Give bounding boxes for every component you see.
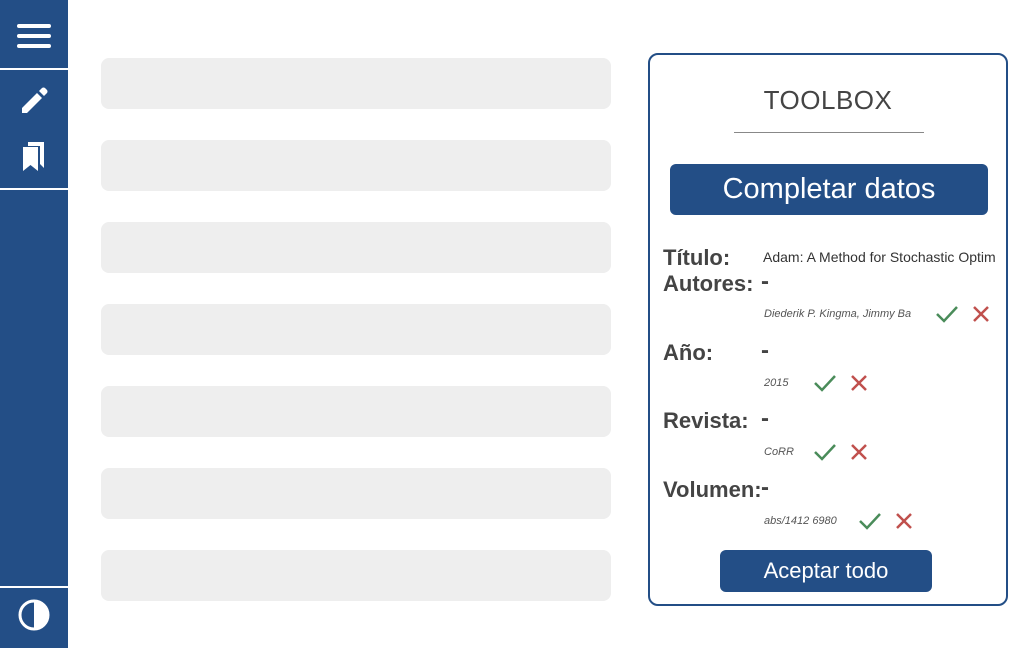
sidebar-divider <box>0 586 68 588</box>
reject-year-button[interactable] <box>847 371 871 395</box>
bookmarks-icon <box>23 142 44 171</box>
accept-year-button[interactable] <box>813 371 837 395</box>
field-label-volume: Volumen: <box>663 477 762 502</box>
field-value-authors: - <box>761 268 769 295</box>
close-icon <box>896 513 912 529</box>
check-icon <box>936 306 958 323</box>
accept-all-button[interactable]: Aceptar todo <box>720 550 932 592</box>
accept-authors-button[interactable] <box>935 302 959 326</box>
sidebar-divider <box>0 68 68 70</box>
sidebar-divider <box>0 188 68 190</box>
bookmarks-button[interactable] <box>0 132 68 180</box>
pencil-icon <box>22 87 48 113</box>
close-icon <box>851 375 867 391</box>
accept-journal-button[interactable] <box>813 440 837 464</box>
list-item-placeholder <box>101 304 611 355</box>
list-item-placeholder <box>101 468 611 519</box>
hamburger-menu-icon <box>17 24 51 48</box>
edit-button[interactable] <box>0 78 68 124</box>
sidebar <box>0 0 68 648</box>
field-value-year: - <box>761 337 769 364</box>
reject-authors-button[interactable] <box>969 302 993 326</box>
close-icon <box>973 306 989 322</box>
toolbox-title: TOOLBOX <box>763 85 893 115</box>
field-label-journal: Revista: <box>663 408 749 433</box>
suggestion-year: 2015 <box>764 377 789 389</box>
complete-data-button[interactable]: Completar datos <box>670 164 988 215</box>
list-item-placeholder <box>101 140 611 191</box>
toolbox-panel: TOOLBOX Completar datos Título: Adam: A … <box>648 53 1008 606</box>
menu-button[interactable] <box>0 10 68 62</box>
theme-toggle-button[interactable] <box>0 592 68 638</box>
accept-volume-button[interactable] <box>858 509 882 533</box>
suggestion-volume: abs/1412 6980 <box>764 515 837 527</box>
suggestion-journal: CoRR <box>764 446 794 458</box>
field-label-title: Título: <box>663 245 731 270</box>
reject-volume-button[interactable] <box>892 509 916 533</box>
check-icon <box>814 375 836 392</box>
field-label-year: Año: <box>663 340 714 365</box>
field-value-title: Adam: A Method for Stochastic Optimi <box>763 249 995 265</box>
list-item-placeholder <box>101 550 611 601</box>
check-icon <box>814 444 836 461</box>
list-item-placeholder <box>101 222 611 273</box>
field-value-journal: - <box>761 405 769 432</box>
field-value-volume: - <box>761 474 769 501</box>
reject-journal-button[interactable] <box>847 440 871 464</box>
close-icon <box>851 444 867 460</box>
list-item-placeholder <box>101 58 611 109</box>
contrast-icon <box>18 599 50 631</box>
title-divider <box>734 132 924 133</box>
field-label-authors: Autores: <box>663 271 754 296</box>
list-item-placeholder <box>101 386 611 437</box>
suggestion-authors: Diederik P. Kingma, Jimmy Ba <box>764 308 912 320</box>
check-icon <box>859 513 881 530</box>
